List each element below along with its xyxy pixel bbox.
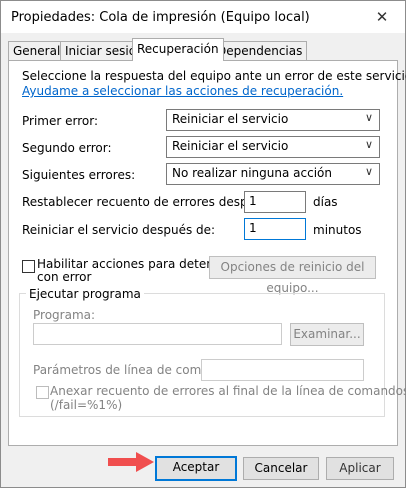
- program-label: Programa:: [33, 308, 96, 322]
- run-program-legend: Ejecutar programa: [26, 287, 144, 301]
- chevron-down-icon: ∨: [364, 138, 373, 151]
- tab-dependencias[interactable]: Dependencias: [212, 41, 308, 60]
- second-failure-select[interactable]: Reiniciar el servicio ∨: [166, 136, 380, 158]
- chevron-down-icon: ∨: [364, 111, 373, 124]
- reset-count-value: 1: [249, 194, 257, 208]
- title-bar: Propiedades: Cola de impresión (Equipo l…: [1, 1, 405, 33]
- subsequent-failures-select[interactable]: No realizar ninguna acción ∨: [166, 163, 380, 185]
- restart-service-label: Reiniciar el servicio después de:: [22, 223, 216, 237]
- restart-service-unit: minutos: [313, 223, 362, 237]
- params-input[interactable]: [201, 359, 364, 381]
- reset-count-unit: días: [313, 195, 338, 209]
- append-count-checkbox[interactable]: [36, 386, 49, 399]
- subsequent-failures-label: Siguientes errores:: [22, 168, 136, 182]
- first-failure-label: Primer error:: [22, 114, 98, 128]
- chevron-down-icon: ∨: [364, 165, 373, 178]
- browse-button[interactable]: Examinar...: [290, 323, 364, 346]
- second-failure-value: Reiniciar el servicio: [172, 139, 289, 153]
- window-title: Propiedades: Cola de impresión (Equipo l…: [11, 10, 310, 25]
- restart-options-button[interactable]: Opciones de reinicio del equipo...: [209, 256, 376, 295]
- append-count-label-line1: Anexar recuento de errores al final de l…: [50, 384, 406, 398]
- append-count-label-line2: (/fail=%1%): [50, 398, 123, 412]
- cancel-button[interactable]: Cancelar: [243, 457, 319, 480]
- program-input[interactable]: [33, 323, 282, 345]
- restart-service-value: 1: [249, 221, 257, 235]
- reset-count-input[interactable]: 1: [244, 191, 306, 213]
- apply-button[interactable]: Aplicar: [326, 457, 394, 480]
- accept-button[interactable]: Aceptar: [155, 456, 237, 481]
- subsequent-failures-value: No realizar ninguna acción: [172, 166, 332, 180]
- first-failure-value: Reiniciar el servicio: [172, 112, 289, 126]
- close-icon[interactable]: ✕: [367, 4, 397, 30]
- enable-actions-label-line2: con error: [37, 270, 92, 284]
- first-failure-select[interactable]: Reiniciar el servicio ∨: [166, 109, 380, 131]
- arrow-right-icon: [108, 452, 154, 472]
- tab-general[interactable]: General: [8, 41, 66, 60]
- restart-service-input[interactable]: 1: [244, 218, 306, 240]
- help-link[interactable]: Ayudame a seleccionar las acciones de re…: [22, 84, 343, 98]
- tab-recuperacion[interactable]: Recuperación: [132, 38, 224, 61]
- second-failure-label: Segundo error:: [22, 141, 112, 155]
- enable-actions-checkbox[interactable]: [22, 260, 35, 273]
- intro-text: Seleccione la respuesta del equipo ante …: [22, 69, 406, 83]
